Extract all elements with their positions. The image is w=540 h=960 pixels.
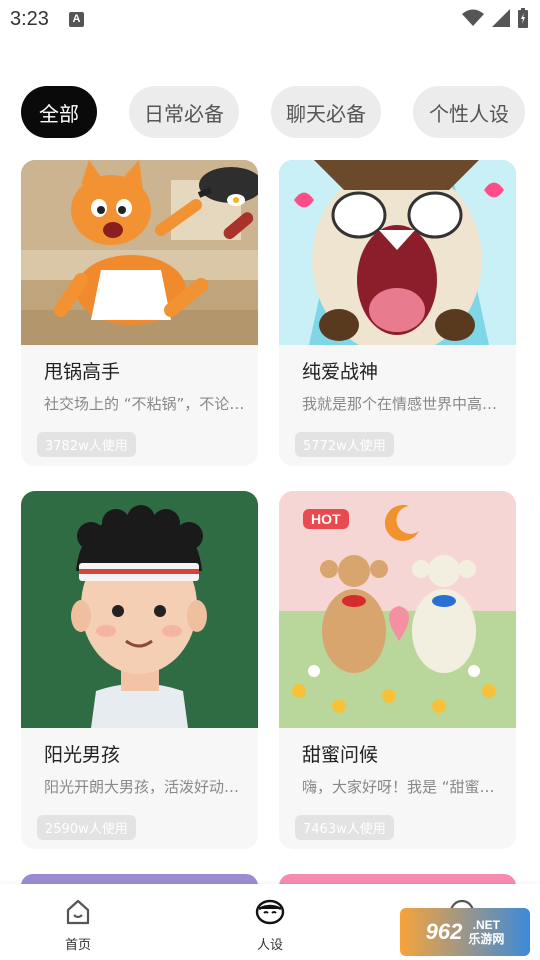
card-image bbox=[279, 160, 516, 345]
card-title: 阳光男孩 bbox=[44, 744, 121, 766]
watermark-number: 962 bbox=[425, 919, 463, 944]
card-image bbox=[21, 160, 258, 345]
tab-daily[interactable]: 日常必备 bbox=[129, 86, 239, 138]
status-bar: 3:23 A bbox=[0, 0, 540, 38]
watermark-text-block: .NET 乐游网 bbox=[468, 918, 504, 946]
notification-icon: A bbox=[68, 11, 84, 27]
tab-persona[interactable]: 个性人设 bbox=[413, 86, 525, 138]
persona-face-icon bbox=[255, 899, 285, 925]
nav-persona[interactable]: 人设 bbox=[230, 898, 310, 953]
signal-icon bbox=[492, 9, 510, 27]
status-icons bbox=[462, 8, 528, 28]
card-description: 社交场上的 “不粘锅”，不论身… bbox=[44, 395, 248, 413]
card-image: HOT bbox=[279, 491, 516, 728]
watermark-text: 乐游网 bbox=[468, 932, 505, 946]
category-tabs: 全部 日常必备 聊天必备 个性人设 bbox=[21, 86, 525, 138]
watermark-domain: .NET bbox=[472, 918, 501, 932]
card-description: 嗨，大家好呀！我是 “甜蜜问候… bbox=[302, 778, 506, 796]
usage-badge: 2590w人使用 bbox=[37, 815, 136, 840]
card-title: 纯爱战神 bbox=[302, 361, 379, 383]
card-image bbox=[21, 491, 258, 728]
hot-badge: HOT bbox=[303, 509, 349, 529]
card-title: 甩锅高手 bbox=[44, 361, 121, 383]
persona-card[interactable]: 阳光男孩 阳光开朗大男孩，活泼好动，… 2590w人使用 bbox=[21, 491, 258, 849]
home-face-icon bbox=[66, 899, 90, 925]
persona-card[interactable]: 纯爱战神 我就是那个在情感世界中高举… 5772w人使用 bbox=[279, 160, 516, 466]
nav-home[interactable]: 首页 bbox=[38, 898, 118, 953]
tab-chat[interactable]: 聊天必备 bbox=[271, 86, 381, 138]
card-title: 甜蜜问候 bbox=[302, 744, 379, 766]
status-time: 3:23 bbox=[10, 7, 49, 30]
watermark-logo: 962 .NET 乐游网 bbox=[400, 908, 530, 956]
persona-card[interactable]: HOT 甜蜜问候 嗨，大家好呀！我是 “甜蜜问候… 7463w人使用 bbox=[279, 491, 516, 849]
nav-label: 首页 bbox=[64, 938, 91, 953]
nav-label: 人设 bbox=[256, 938, 283, 953]
tab-all[interactable]: 全部 bbox=[21, 86, 97, 138]
card-description: 阳光开朗大男孩，活泼好动，… bbox=[44, 778, 248, 796]
usage-badge: 3782w人使用 bbox=[37, 432, 136, 457]
persona-card[interactable]: 甩锅高手 社交场上的 “不粘锅”，不论身… 3782w人使用 bbox=[21, 160, 258, 466]
usage-badge: 5772w人使用 bbox=[295, 432, 394, 457]
battery-icon bbox=[518, 8, 528, 28]
usage-badge: 7463w人使用 bbox=[295, 815, 394, 840]
card-description: 我就是那个在情感世界中高举… bbox=[302, 395, 506, 413]
wifi-icon bbox=[462, 9, 484, 26]
